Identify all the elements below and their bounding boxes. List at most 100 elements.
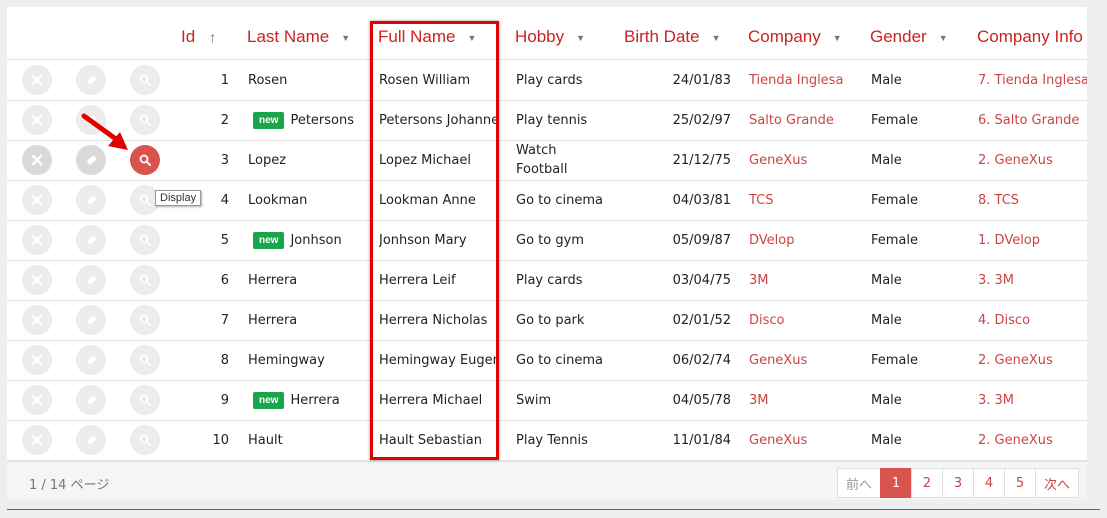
search-icon: [139, 74, 151, 86]
cell-birth-date: 06/02/74: [672, 352, 731, 368]
display-button[interactable]: [130, 425, 160, 455]
cell-company-info-link[interactable]: 6. Salto Grande: [978, 100, 1079, 140]
edit-button[interactable]: [76, 385, 106, 415]
column-header-last-name[interactable]: Last Name ▼: [247, 27, 350, 49]
cell-birth-date: 25/02/97: [672, 112, 731, 128]
column-header-id[interactable]: Id ↑: [181, 27, 216, 49]
edit-button[interactable]: [76, 425, 106, 455]
eraser-icon: [87, 315, 97, 325]
cell-id: 7: [220, 312, 229, 328]
sort-asc-icon: ↑: [209, 29, 217, 45]
cell-birth-date: 21/12/75: [672, 152, 731, 168]
delete-button[interactable]: [22, 105, 52, 135]
close-icon: [31, 234, 43, 246]
display-button[interactable]: [130, 65, 160, 95]
display-button[interactable]: [130, 105, 160, 135]
delete-button[interactable]: [22, 265, 52, 295]
cell-last-name: new Jonhson: [248, 220, 342, 260]
display-button[interactable]: [130, 225, 160, 255]
cell-last-name: Rosen: [248, 60, 287, 100]
cell-birth-date: 03/04/75: [672, 272, 731, 288]
delete-button[interactable]: [22, 145, 52, 175]
display-button[interactable]: [130, 265, 160, 295]
edit-button[interactable]: [76, 305, 106, 335]
cell-company-info-link[interactable]: 2. GeneXus: [978, 340, 1053, 380]
search-icon: [139, 274, 151, 286]
caret-down-icon: ▼: [576, 32, 586, 43]
delete-button[interactable]: [22, 345, 52, 375]
cell-id: 1: [220, 72, 229, 88]
page-button-3[interactable]: 3: [941, 468, 974, 498]
column-header-gender[interactable]: Gender ▼: [870, 27, 948, 49]
edit-button[interactable]: [76, 345, 106, 375]
last-name-text: Hemingway: [248, 352, 325, 368]
cell-birth-date: 24/01/83: [672, 72, 731, 88]
cell-company-info-link[interactable]: 1. DVelop: [978, 220, 1040, 260]
edit-button[interactable]: [76, 65, 106, 95]
delete-button[interactable]: [22, 385, 52, 415]
cell-company-link[interactable]: Tienda Inglesa: [749, 60, 843, 100]
edit-button[interactable]: [76, 225, 106, 255]
cell-company-info-link[interactable]: 8. TCS: [978, 180, 1019, 220]
delete-button[interactable]: [22, 305, 52, 335]
cell-company-link[interactable]: 3M: [749, 380, 769, 420]
column-header-company-info[interactable]: Company Info: [977, 27, 1083, 49]
cell-company-info-link[interactable]: 3. 3M: [978, 260, 1014, 300]
cell-company-info-link[interactable]: 3. 3M: [978, 380, 1014, 420]
search-icon: [139, 234, 151, 246]
search-icon: [139, 434, 151, 446]
cell-company-link[interactable]: GeneXus: [749, 420, 807, 460]
delete-button[interactable]: [22, 425, 52, 455]
table-row[interactable]: 5 new Jonhson Jonhson Mary Go to gym 05/09/87…: [7, 220, 1087, 261]
cell-hobby: Play cards: [516, 72, 583, 88]
cell-birth-date: 11/01/84: [672, 432, 731, 448]
table-row[interactable]: 8HemingwayHemingway EugeniaGo to cinema0…: [7, 340, 1087, 381]
cell-company-link[interactable]: Disco: [749, 300, 785, 340]
table-row[interactable]: 1 Rosen Rosen William Play cards 24/01/83 Tie…: [7, 60, 1087, 101]
cell-company-info-link[interactable]: 2. GeneXus: [978, 420, 1053, 460]
delete-button[interactable]: [22, 225, 52, 255]
page-button-2[interactable]: 2: [910, 468, 943, 498]
table-row[interactable]: 7 Herrera Herrera Nicholas Go to park 02/01/…: [7, 300, 1087, 341]
delete-button[interactable]: [22, 65, 52, 95]
edit-button[interactable]: [76, 265, 106, 295]
delete-button[interactable]: [22, 185, 52, 215]
new-badge: new: [253, 111, 285, 129]
table-row[interactable]: 10 Hault Hault Sebastian Play Tennis 11/01/8…: [7, 420, 1087, 461]
cell-birth-date: 04/03/81: [672, 192, 731, 208]
last-name-text: Lopez: [248, 152, 287, 168]
cell-gender: Male: [871, 432, 902, 448]
column-header-hobby[interactable]: Hobby ▼: [515, 27, 585, 49]
cell-hobby: Go to cinema: [516, 352, 603, 368]
cell-id: 6: [220, 272, 229, 288]
display-button[interactable]: [130, 305, 160, 335]
page-button-5[interactable]: 5: [1003, 468, 1036, 498]
display-button[interactable]: [130, 145, 160, 175]
cell-id: 9: [220, 392, 229, 408]
cell-company-link[interactable]: TCS: [749, 180, 774, 220]
table-row[interactable]: 9 new Herrera Herrera Michael Swim 04/05/78 3M…: [7, 380, 1087, 421]
search-icon: [139, 114, 151, 126]
page-button-4[interactable]: 4: [972, 468, 1005, 498]
cell-company-link[interactable]: GeneXus: [749, 140, 807, 180]
table-row[interactable]: 2 new Petersons Petersons Johanne Play tenni…: [7, 100, 1087, 141]
cell-company-link[interactable]: DVelop: [749, 220, 794, 260]
prev-page-button[interactable]: 前へ: [836, 468, 881, 498]
cell-last-name: Lookman: [248, 180, 307, 220]
cell-company-info-link[interactable]: 2. GeneXus: [978, 140, 1053, 180]
column-header-birth-date[interactable]: Birth Date ▼: [624, 27, 721, 49]
cell-last-name: Hault: [248, 420, 283, 460]
column-header-company[interactable]: Company ▼: [748, 27, 842, 49]
page-button-1[interactable]: 1: [879, 468, 912, 498]
display-button[interactable]: [130, 385, 160, 415]
table-row[interactable]: 6 Herrera Herrera Leif Play cards 03/04/75 3M…: [7, 260, 1087, 301]
cell-company-info-link[interactable]: 7. Tienda Inglesa: [978, 60, 1087, 100]
display-button[interactable]: [130, 345, 160, 375]
table-row[interactable]: 3 Lopez Lopez Michael Watch Football 21/12/7…: [7, 140, 1087, 181]
cell-company-link[interactable]: 3M: [749, 260, 769, 300]
cell-company-link[interactable]: GeneXus: [749, 340, 807, 380]
cell-company-info-link[interactable]: 4. Disco: [978, 300, 1030, 340]
next-page-button[interactable]: 次へ: [1034, 468, 1079, 498]
edit-button[interactable]: [76, 185, 106, 215]
cell-company-link[interactable]: Salto Grande: [749, 100, 834, 140]
